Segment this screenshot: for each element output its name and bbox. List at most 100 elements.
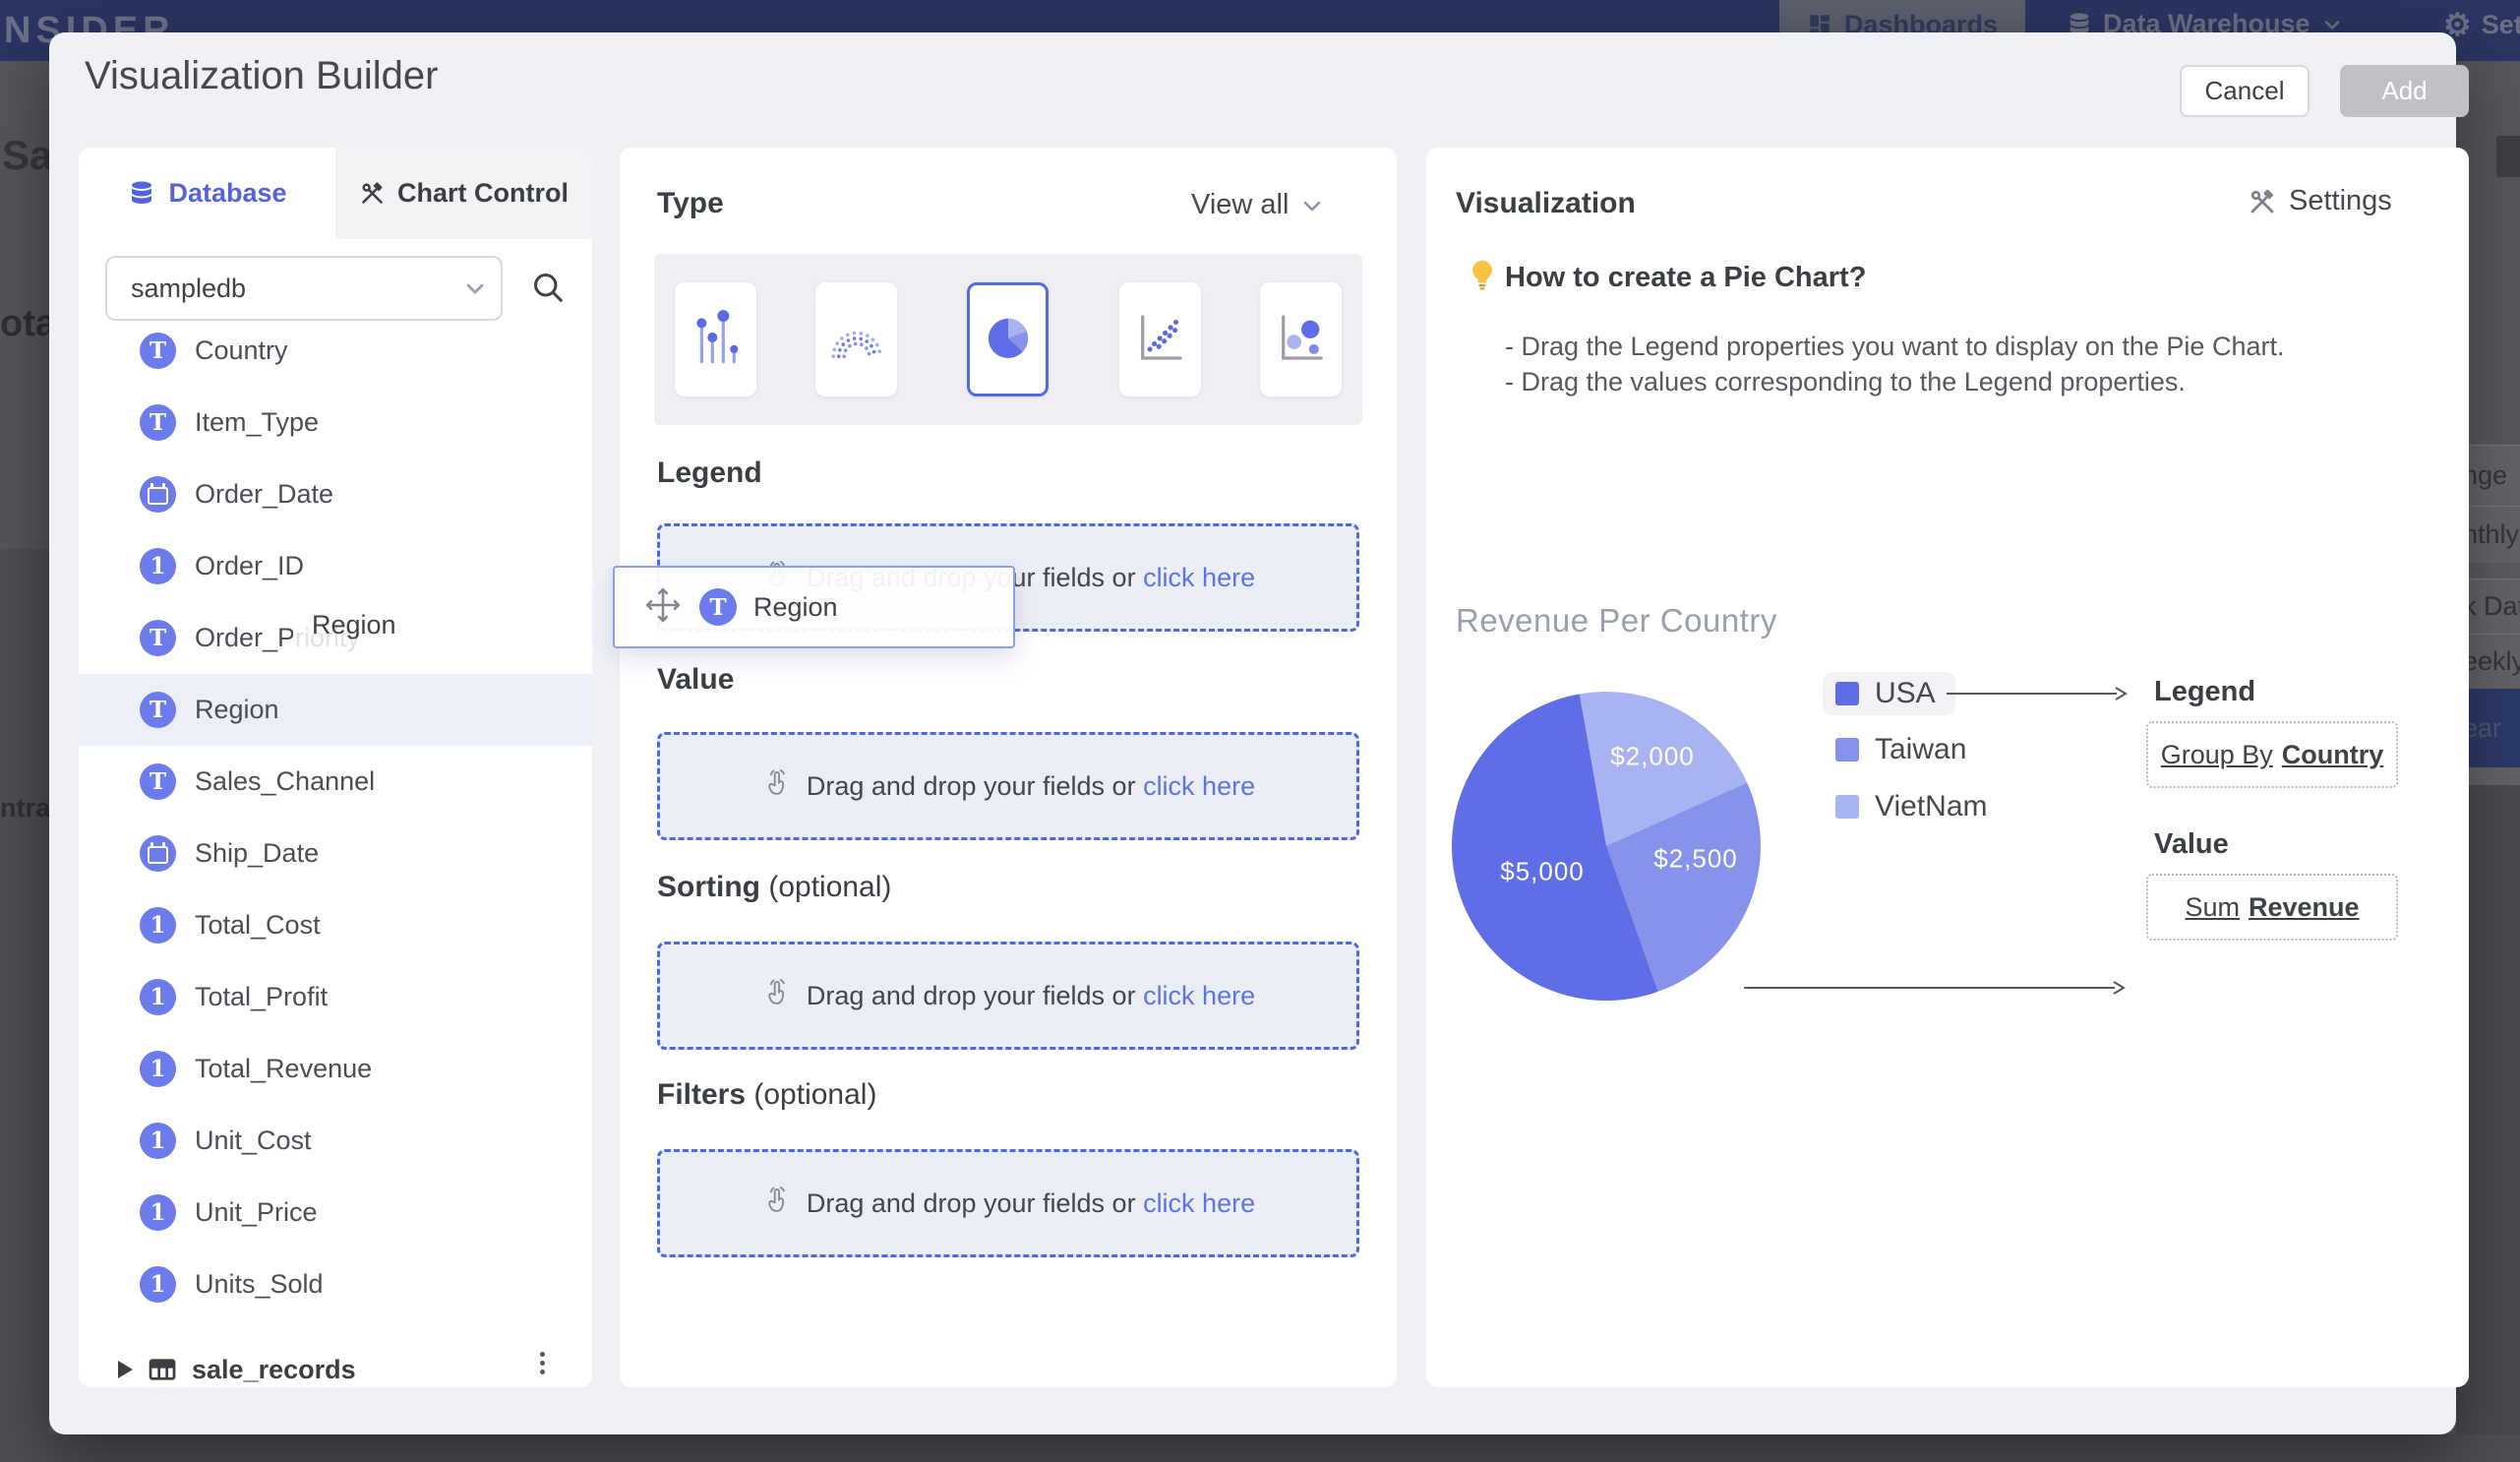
chart-type-pie[interactable] — [967, 282, 1049, 396]
drag-ghost-label: Region — [293, 596, 527, 653]
field-item-total_revenue[interactable]: 1Total_Revenue — [79, 1033, 592, 1105]
field-label: Total_Revenue — [195, 1054, 372, 1084]
field-label: Total_Cost — [195, 910, 321, 941]
click-here-link[interactable]: click here — [1143, 1188, 1255, 1218]
field-type-icon-text: T — [140, 692, 176, 728]
kebab-menu-icon[interactable] — [540, 1352, 545, 1374]
nav-settings: ⚙ Settings — [2443, 9, 2520, 40]
sum-revenue-box[interactable]: Sum Revenue — [2146, 874, 2398, 941]
scatter-icon — [1135, 306, 1186, 374]
dropzone-text: Drag and drop your fields or click here — [807, 1188, 1255, 1219]
field-label: Total_Profit — [195, 982, 328, 1012]
annotation-legend-heading: Legend — [2154, 676, 2255, 708]
field-item-unit_price[interactable]: 1Unit_Price — [79, 1177, 592, 1249]
field-label: Order_Date — [195, 479, 333, 510]
section-label-sorting: Sorting (optional) — [657, 871, 891, 904]
field-type-icon-date — [140, 835, 176, 872]
settings-label: Settings — [2289, 185, 2392, 217]
cancel-button[interactable]: Cancel — [2180, 65, 2310, 117]
group-by-label: Group By — [2161, 740, 2273, 770]
field-item-units_sold[interactable]: 1 Units_Sold — [79, 1249, 592, 1320]
chart-type-arc-dots[interactable] — [815, 282, 897, 396]
group-by-country-box[interactable]: Group By Country — [2146, 721, 2398, 788]
field-item-order_date[interactable]: Order_Date — [79, 458, 592, 530]
view-all-button[interactable]: View all — [1191, 189, 1326, 221]
modal-title: Visualization Builder — [85, 54, 438, 98]
lightbulb-icon — [1466, 258, 1499, 296]
field-item-total_profit[interactable]: 1Total_Profit — [79, 961, 592, 1033]
search-icon[interactable] — [530, 270, 566, 310]
tab-chart-control-label: Chart Control — [397, 178, 569, 209]
tip-title: How to create a Pie Chart? — [1505, 262, 1866, 294]
click-here-link[interactable]: click here — [1143, 771, 1255, 801]
legend-color-swatch — [1835, 738, 1859, 761]
value-arrow — [1743, 980, 2127, 1001]
field-item-sales_channel[interactable]: T Sales_Channel — [79, 746, 592, 818]
field-type-icon-date — [140, 476, 176, 513]
background-panel — [0, 1434, 2520, 1462]
visualization-builder-modal: Visualization Builder Cancel Add Databas… — [49, 32, 2456, 1434]
builder-panel: Type View all LegendDrag and drop your f… — [620, 148, 1397, 1387]
chevron-down-icon[interactable] — [461, 274, 489, 307]
database-select[interactable]: sampledb — [105, 256, 503, 321]
field-label: Order_ID — [195, 551, 304, 581]
bubble-icon — [1276, 306, 1327, 374]
click-here-link[interactable]: click here — [1143, 563, 1255, 592]
chart-type-bubble[interactable] — [1260, 282, 1342, 396]
chart-title: Revenue Per Country — [1456, 602, 1777, 640]
expand-arrow-icon[interactable] — [118, 1361, 133, 1378]
drag-hand-icon — [761, 977, 793, 1015]
pie-legend-item-usa[interactable]: USA — [1823, 672, 1955, 715]
field-item-country[interactable]: TCountry — [79, 315, 592, 387]
database-icon — [127, 179, 156, 209]
database-select-value: sampledb — [131, 274, 246, 304]
field-label: Sales_Channel — [195, 766, 375, 797]
tab-chart-control[interactable]: Chart Control — [335, 148, 592, 239]
dropzone-sorting[interactable]: Drag and drop your fields or click here — [657, 942, 1359, 1050]
field-item-order_id[interactable]: 1Order_ID — [79, 530, 592, 602]
field-label: Country — [195, 335, 288, 366]
field-type-icon-number: 1 — [140, 1266, 176, 1303]
section-label-value: Value — [657, 663, 734, 697]
pie-slice-label: $5,000 — [1500, 857, 1585, 887]
dropzone-value[interactable]: Drag and drop your fields or click here — [657, 732, 1359, 840]
tab-database-label: Database — [168, 178, 286, 209]
pie-legend-item-vietnam[interactable]: VietNam — [1823, 785, 2008, 828]
background-tab — [2496, 136, 2520, 177]
lollipop-icon — [690, 306, 742, 374]
drag-hand-icon — [761, 1185, 793, 1223]
drag-chip-region[interactable]: T Region — [613, 566, 1015, 648]
chart-type-scatter[interactable] — [1119, 282, 1201, 396]
pie-legend-item-taiwan[interactable]: Taiwan — [1823, 728, 1986, 771]
field-item-unit_cost[interactable]: 1Unit_Cost — [79, 1105, 592, 1177]
click-here-link[interactable]: click here — [1143, 981, 1255, 1010]
dropzone-filters[interactable]: Drag and drop your fields or click here — [657, 1149, 1359, 1257]
field-item-item_type[interactable]: TItem_Type — [79, 387, 592, 458]
drag-chip-label: Region — [753, 592, 838, 623]
pie-slice-label: $2,500 — [1653, 844, 1738, 875]
nav-settings-label: Settings — [2482, 10, 2520, 40]
field-label: Units_Sold — [195, 1269, 324, 1300]
pie-icon — [983, 306, 1034, 374]
field-item-total_cost[interactable]: 1 Total_Cost — [79, 889, 592, 961]
field-type-icon-number: 1 — [140, 1194, 176, 1231]
chart-type-lollipop[interactable] — [675, 282, 756, 396]
tab-database[interactable]: Database — [79, 148, 335, 239]
field-type-icon-text: T — [140, 763, 176, 800]
field-label: Ship_Date — [195, 838, 319, 869]
field-type-icon-number: 1 — [140, 907, 176, 944]
legend-color-swatch — [1835, 682, 1859, 705]
sidebar-tabs: Database Chart Control — [79, 148, 592, 239]
add-button[interactable]: Add — [2340, 65, 2469, 117]
chart-type-strip — [654, 254, 1362, 425]
field-list: TCountryTItem_TypeOrder_Date1Order_IDTOr… — [79, 315, 592, 1320]
settings-button[interactable]: Settings — [2248, 185, 2392, 217]
app-background: NSIDER Dashboards Data Warehouse ⚙ Setti… — [0, 0, 2520, 14]
table-item-sale-records[interactable]: sale_records — [79, 1340, 592, 1387]
field-type-icon-text: T — [699, 588, 737, 626]
group-by-value: Country — [2282, 740, 2384, 770]
legend-label: Taiwan — [1875, 733, 1966, 766]
field-label: Item_Type — [195, 407, 319, 438]
field-item-region[interactable]: TRegion — [79, 674, 592, 746]
field-item-ship_date[interactable]: Ship_Date — [79, 818, 592, 889]
